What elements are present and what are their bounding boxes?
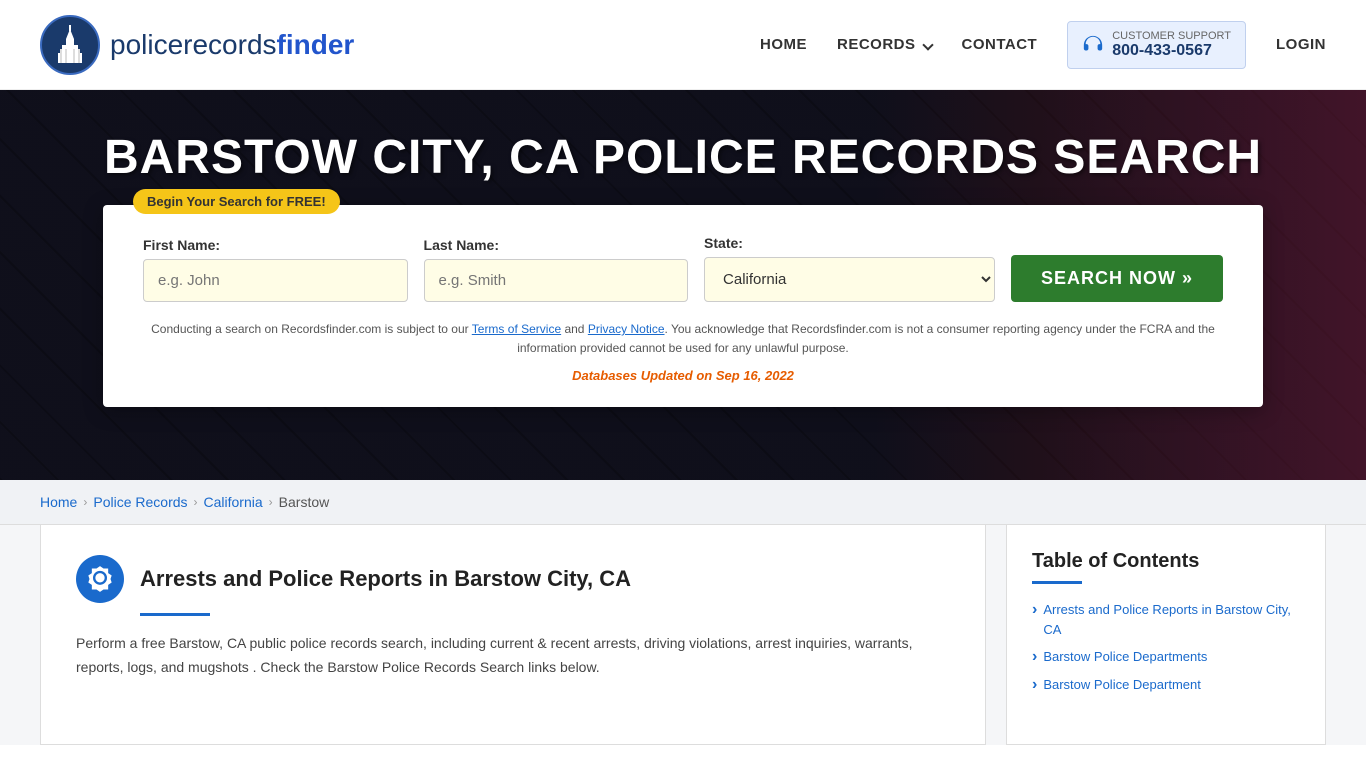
logo-icon (40, 15, 100, 75)
police-badge-icon (86, 565, 114, 593)
logo-name-main: policerecords (110, 29, 277, 60)
title-underline (140, 613, 210, 616)
content-text: Perform a free Barstow, CA public police… (76, 632, 950, 680)
breadcrumb: Home › Police Records › California › Bar… (0, 480, 1366, 525)
site-header: policerecordsfinder HOME RECORDS CONTACT… (0, 0, 1366, 90)
nav-contact[interactable]: CONTACT (962, 36, 1038, 53)
db-updated-label: Databases Updated on (572, 368, 712, 383)
breadcrumb-sep-1: › (83, 495, 87, 509)
toc-underline (1032, 581, 1082, 584)
content-left: Arrests and Police Reports in Barstow Ci… (40, 525, 986, 745)
breadcrumb-barstow: Barstow (279, 494, 330, 510)
nav-home[interactable]: HOME (760, 36, 807, 53)
section-header: Arrests and Police Reports in Barstow Ci… (76, 555, 950, 603)
db-updated-date: Sep 16, 2022 (716, 368, 794, 383)
support-number: 800-433-0567 (1112, 42, 1231, 60)
login-button[interactable]: LOGIN (1276, 36, 1326, 53)
breadcrumb-california[interactable]: California (204, 494, 263, 510)
search-fields: First Name: Last Name: State: AlabamaAla… (143, 235, 1223, 302)
logo[interactable]: policerecordsfinder (40, 15, 354, 75)
logo-name-bold: finder (277, 29, 355, 60)
chevron-down-icon (922, 39, 933, 50)
headset-icon (1082, 34, 1104, 56)
state-select[interactable]: AlabamaAlaskaArizonaArkansasCaliforniaCo… (704, 257, 995, 302)
first-name-input[interactable] (143, 259, 408, 302)
support-info: CUSTOMER SUPPORT 800-433-0567 (1112, 30, 1231, 60)
breadcrumb-home[interactable]: Home (40, 494, 77, 510)
toc-link[interactable]: Barstow Police Department (1043, 675, 1201, 695)
toc-item: Barstow Police Departments (1032, 647, 1300, 667)
customer-support-block: CUSTOMER SUPPORT 800-433-0567 (1067, 21, 1246, 69)
hero-section: BARSTOW CITY, CA POLICE RECORDS SEARCH B… (0, 90, 1366, 480)
first-name-label: First Name: (143, 237, 408, 253)
free-badge: Begin Your Search for FREE! (133, 189, 340, 214)
breadcrumb-police-records[interactable]: Police Records (93, 494, 187, 510)
toc-link[interactable]: Arrests and Police Reports in Barstow Ci… (1043, 600, 1300, 639)
state-group: State: AlabamaAlaskaArizonaArkansasCalif… (704, 235, 995, 302)
nav-records[interactable]: RECORDS (837, 36, 932, 53)
toc-title: Table of Contents (1032, 550, 1300, 573)
nav-records-label: RECORDS (837, 36, 916, 53)
tos-link[interactable]: Terms of Service (472, 322, 561, 336)
breadcrumb-sep-3: › (269, 495, 273, 509)
toc-item: Barstow Police Department (1032, 675, 1300, 695)
search-button[interactable]: SEARCH NOW » (1011, 255, 1223, 302)
toc-list: Arrests and Police Reports in Barstow Ci… (1032, 600, 1300, 694)
logo-wordmark: policerecordsfinder (110, 29, 354, 61)
first-name-group: First Name: (143, 237, 408, 302)
main-content: Arrests and Police Reports in Barstow Ci… (0, 525, 1366, 745)
db-updated: Databases Updated on Sep 16, 2022 (143, 368, 1223, 383)
privacy-link[interactable]: Privacy Notice (588, 322, 665, 336)
search-box: Begin Your Search for FREE! First Name: … (103, 205, 1263, 407)
disclaimer-text: Conducting a search on Recordsfinder.com… (143, 320, 1223, 358)
last-name-label: Last Name: (424, 237, 689, 253)
table-of-contents: Table of Contents Arrests and Police Rep… (1006, 525, 1326, 745)
main-nav: HOME RECORDS CONTACT CUSTOMER SUPPORT 80… (760, 21, 1326, 69)
support-label: CUSTOMER SUPPORT (1112, 30, 1231, 42)
toc-link[interactable]: Barstow Police Departments (1043, 647, 1207, 667)
badge-icon (76, 555, 124, 603)
page-title: BARSTOW CITY, CA POLICE RECORDS SEARCH (64, 90, 1302, 205)
toc-item: Arrests and Police Reports in Barstow Ci… (1032, 600, 1300, 639)
last-name-group: Last Name: (424, 237, 689, 302)
section-title: Arrests and Police Reports in Barstow Ci… (140, 566, 631, 592)
breadcrumb-sep-2: › (194, 495, 198, 509)
last-name-input[interactable] (424, 259, 689, 302)
state-label: State: (704, 235, 995, 251)
